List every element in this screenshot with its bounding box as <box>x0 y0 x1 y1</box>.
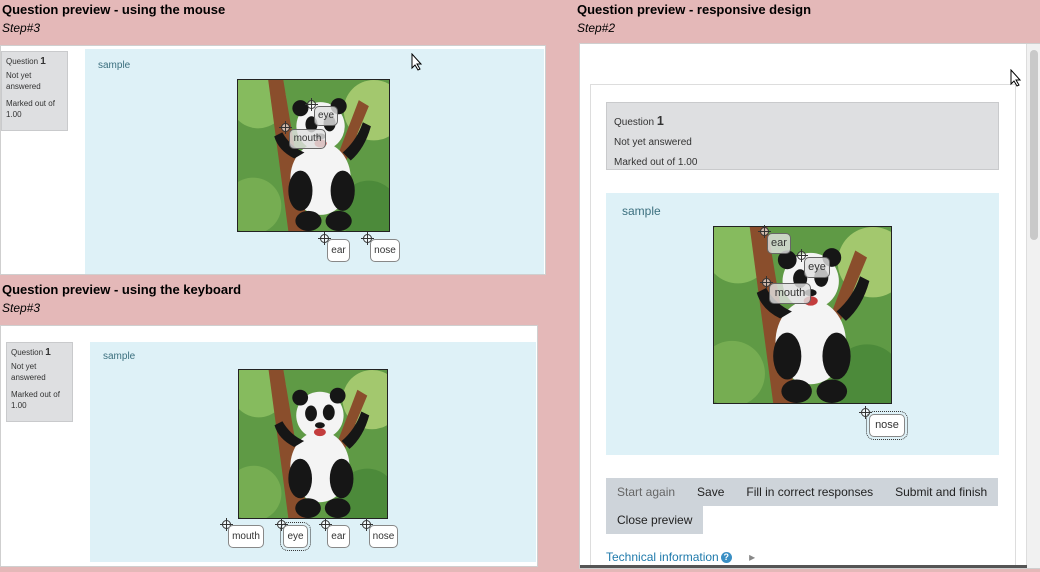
mouse-cursor-icon <box>1010 69 1022 87</box>
panel-step-keyboard: Step#3 <box>2 301 41 315</box>
tray-label-nose[interactable]: nose <box>370 239 400 262</box>
question-content-area: sample ear eye mouth nose <box>606 193 999 455</box>
panda-image <box>238 369 388 519</box>
mouse-cursor-icon <box>411 53 423 71</box>
panel-title-mouse: Question preview - using the mouse <box>2 2 226 17</box>
keyboard-preview-panel: Question 1 Not yet answered Marked out o… <box>0 325 538 567</box>
question-info-box: Question 1 Not yet answered Marked out o… <box>1 51 68 131</box>
question-label: Question 1 <box>6 56 46 67</box>
placed-label-eye[interactable]: eye <box>804 257 830 278</box>
start-again-button[interactable]: Start again <box>606 478 687 506</box>
question-text: sample <box>622 204 661 218</box>
save-button[interactable]: Save <box>686 478 736 506</box>
placed-label-mouth[interactable]: mouth <box>769 283 811 304</box>
tray-label-mouth[interactable]: mouth <box>228 525 264 548</box>
responsive-preview-panel: Question 1 Not yet answered Marked out o… <box>579 43 1040 569</box>
panel-step-mouse: Step#3 <box>2 21 41 35</box>
question-text: sample <box>103 351 136 362</box>
question-status: Not yet answered <box>6 71 41 91</box>
vertical-scrollbar[interactable] <box>1026 44 1040 568</box>
question-status: Not yet answered <box>614 137 692 148</box>
tray-label-ear[interactable]: ear <box>327 239 350 262</box>
question-container: Question 1 Not yet answered Marked out o… <box>590 84 1016 568</box>
window-bottom-edge <box>580 565 1027 568</box>
panel-title-responsive: Question preview - responsive design <box>577 2 812 17</box>
question-info-box: Question 1 Not yet answered Marked out o… <box>6 342 73 422</box>
submit-and-finish-button[interactable]: Submit and finish <box>884 478 999 506</box>
technical-information-link[interactable]: Technical information? ▸ <box>606 550 755 564</box>
question-label: Question 1 <box>11 347 51 358</box>
help-icon[interactable]: ? <box>720 552 732 564</box>
technical-information-label[interactable]: Technical information <box>606 550 719 564</box>
question-marks: Marked out of 1.00 <box>6 99 55 119</box>
question-content-area: sample eye mouth ear nose <box>85 49 544 274</box>
tray-label-eye[interactable]: eye <box>280 522 311 551</box>
question-content-area: sample mouth eye ear nose <box>90 342 536 562</box>
scrollbar-thumb[interactable] <box>1030 50 1038 240</box>
tray-label-nose[interactable]: nose <box>369 525 398 548</box>
placed-label-mouth[interactable]: mouth <box>289 129 326 149</box>
close-preview-button[interactable]: Close preview <box>606 506 704 534</box>
tray-label-ear[interactable]: ear <box>327 525 350 548</box>
question-marks: Marked out of 1.00 <box>614 157 698 168</box>
placed-label-eye[interactable]: eye <box>314 106 338 126</box>
panel-step-responsive: Step#2 <box>577 21 616 35</box>
panda-illustration <box>239 370 387 518</box>
mouse-preview-panel: Question 1 Not yet answered Marked out o… <box>0 45 546 275</box>
question-status: Not yet answered <box>11 362 46 382</box>
panel-title-keyboard: Question preview - using the keyboard <box>2 282 242 297</box>
question-label: Question 1 <box>614 114 664 128</box>
question-action-buttons: Start again Save Fill in correct respons… <box>606 478 1006 534</box>
question-text: sample <box>98 60 131 71</box>
placed-label-ear[interactable]: ear <box>767 233 791 254</box>
expand-arrow-icon[interactable]: ▸ <box>749 550 755 564</box>
tray-label-nose[interactable]: nose <box>866 411 908 440</box>
question-marks: Marked out of 1.00 <box>11 390 60 410</box>
question-info-box: Question 1 Not yet answered Marked out o… <box>606 102 999 170</box>
fill-in-correct-responses-button[interactable]: Fill in correct responses <box>735 478 885 506</box>
